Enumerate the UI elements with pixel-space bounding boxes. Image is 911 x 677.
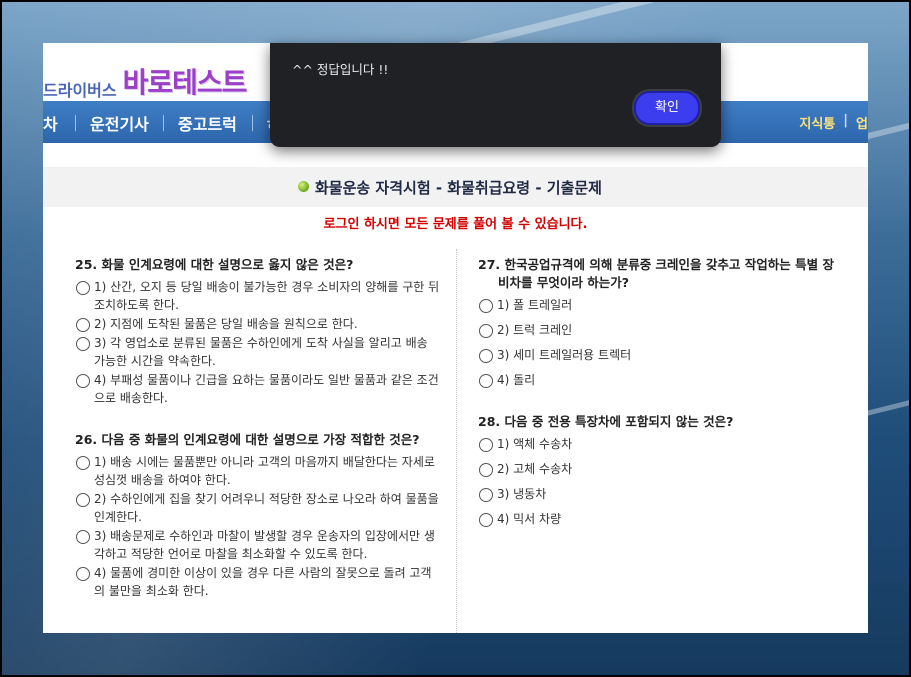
radio-button[interactable]: [479, 324, 493, 338]
nav-divider: [163, 115, 164, 131]
answer-option[interactable]: 2) 트럭 크레인: [478, 321, 838, 339]
question-text: 28. 다음 중 전용 특장차에 포함되지 않는 것은?: [478, 414, 734, 429]
radio-button[interactable]: [76, 530, 90, 544]
option-text: 4) 돌리: [497, 373, 536, 387]
option-text: 4) 부패성 물품이나 긴급을 요하는 물품이라도 일반 물품과 같은 조건으로…: [94, 373, 439, 405]
question-text: 27. 한국공업규격에 의해 분류중 크레인을 갖추고 작업하는 특별 장비차를…: [478, 257, 834, 290]
radio-button[interactable]: [76, 281, 90, 295]
answer-option[interactable]: 3) 냉동차: [478, 485, 838, 503]
radio-button[interactable]: [479, 349, 493, 363]
column-divider: [456, 249, 457, 633]
nav-link-partial[interactable]: 업: [856, 113, 868, 132]
nav-divider: [252, 115, 253, 131]
answer-option[interactable]: 4) 부패성 물품이나 긴급을 요하는 물품이라도 일반 물품과 같은 조건으로…: [75, 371, 440, 407]
nav-divider: [75, 115, 76, 131]
option-text: 3) 각 영업소로 분류된 물품은 수하인에게 도착 사실을 알리고 배송 가능…: [94, 336, 428, 368]
answer-option[interactable]: 1) 액체 수송차: [478, 435, 838, 453]
option-text: 1) 배송 시에는 물품뿐만 아니라 고객의 마음까지 배달한다는 자세로 성심…: [94, 455, 435, 487]
answer-option[interactable]: 3) 세미 트레일러용 트렉터: [478, 346, 838, 364]
nav-item-car[interactable]: 차: [43, 111, 58, 135]
login-notice: 로그인 하시면 모든 문제를 풀어 볼 수 있습니다.: [323, 217, 588, 232]
radio-button[interactable]: [76, 318, 90, 332]
answer-option[interactable]: 3) 각 영업소로 분류된 물품은 수하인에게 도착 사실을 알리고 배송 가능…: [75, 334, 440, 370]
answer-option[interactable]: 1) 폴 트레일러: [478, 296, 838, 314]
nav-link-knowledge[interactable]: 지식통: [799, 113, 835, 132]
nav-divider: |: [843, 113, 849, 128]
option-text: 1) 산간, 오지 등 당일 배송이 불가능한 경우 소비자의 양해를 구한 뒤…: [94, 280, 440, 312]
logo-main: 바로테스트: [122, 66, 248, 99]
option-text: 3) 냉동차: [497, 487, 547, 501]
answer-option[interactable]: 1) 배송 시에는 물품뿐만 아니라 고객의 마음까지 배달한다는 자세로 성심…: [75, 453, 440, 489]
radio-button[interactable]: [76, 337, 90, 351]
nav-right-links: 지식통 | 업: [799, 113, 868, 132]
section-title-bar: 화물운송 자격시험 - 화물취급요령 - 기출문제: [43, 167, 868, 207]
option-text: 3) 배송문제로 수하인과 마찰이 발생할 경우 운송자의 입장에서만 생각하고…: [94, 529, 435, 561]
option-text: 3) 세미 트레일러용 트렉터: [497, 348, 632, 362]
green-dot-icon: [298, 181, 309, 192]
question-text: 26. 다음 중 화물의 인계요령에 대한 설명으로 가장 적합한 것은?: [75, 432, 420, 447]
option-text: 2) 트럭 크레인: [497, 323, 573, 337]
answer-option[interactable]: 4) 물품에 경미한 이상이 있을 경우 다른 사람의 잘못으로 돌려 고객의 …: [75, 564, 440, 600]
radio-button[interactable]: [479, 374, 493, 388]
ok-button[interactable]: 확인: [634, 91, 700, 125]
nav-item-used-truck[interactable]: 중고트럭: [178, 111, 237, 135]
questions-right: 27. 한국공업규격에 의해 분류중 크레인을 갖추고 작업하는 특별 장비차를…: [478, 256, 838, 552]
answer-option[interactable]: 3) 배송문제로 수하인과 마찰이 발생할 경우 운송자의 입장에서만 생각하고…: [75, 527, 440, 563]
answer-option[interactable]: 2) 고체 수송차: [478, 460, 838, 478]
question-27: 27. 한국공업규격에 의해 분류중 크레인을 갖추고 작업하는 특별 장비차를…: [478, 256, 838, 389]
radio-button[interactable]: [76, 456, 90, 470]
answer-option[interactable]: 4) 돌리: [478, 371, 838, 389]
radio-button[interactable]: [76, 374, 90, 388]
radio-button[interactable]: [479, 488, 493, 502]
logo-sub: 드라이버스: [43, 81, 117, 100]
questions-left: 25. 화물 인계요령에 대한 설명으로 옳지 않은 것은? 1) 산간, 오지…: [75, 256, 440, 624]
question-26: 26. 다음 중 화물의 인계요령에 대한 설명으로 가장 적합한 것은? 1)…: [75, 431, 440, 600]
option-text: 2) 고체 수송차: [497, 462, 573, 476]
question-28: 28. 다음 중 전용 특장차에 포함되지 않는 것은? 1) 액체 수송차 2…: [478, 413, 838, 528]
option-text: 1) 폴 트레일러: [497, 298, 573, 312]
radio-button[interactable]: [479, 299, 493, 313]
answer-option[interactable]: 2) 지점에 도착된 물품은 당일 배송을 원칙으로 한다.: [75, 315, 440, 333]
radio-button[interactable]: [76, 493, 90, 507]
option-text: 4) 물품에 경미한 이상이 있을 경우 다른 사람의 잘못으로 돌려 고객의 …: [94, 566, 432, 598]
radio-button[interactable]: [479, 463, 493, 477]
option-text: 2) 수하인에게 집을 찾기 어려우니 적당한 장소로 나오라 하여 물품을 인…: [94, 492, 439, 524]
alert-dialog: ^^ 정답입니다 !! 확인: [270, 43, 721, 147]
nav-item-driver[interactable]: 운전기사: [90, 111, 149, 135]
question-text: 25. 화물 인계요령에 대한 설명으로 옳지 않은 것은?: [75, 257, 354, 272]
section-title: 화물운송 자격시험 - 화물취급요령 - 기출문제: [315, 179, 602, 197]
option-text: 2) 지점에 도착된 물품은 당일 배송을 원칙으로 한다.: [94, 317, 358, 331]
radio-button[interactable]: [479, 438, 493, 452]
option-text: 4) 믹서 차량: [497, 512, 562, 526]
option-text: 1) 액체 수송차: [497, 437, 573, 451]
dialog-message: ^^ 정답입니다 !!: [292, 62, 389, 77]
site-logo[interactable]: 드라이버스 바로테스트: [43, 57, 248, 101]
answer-option[interactable]: 4) 믹서 차량: [478, 510, 838, 528]
radio-button[interactable]: [479, 513, 493, 527]
answer-option[interactable]: 2) 수하인에게 집을 찾기 어려우니 적당한 장소로 나오라 하여 물품을 인…: [75, 490, 440, 526]
question-25: 25. 화물 인계요령에 대한 설명으로 옳지 않은 것은? 1) 산간, 오지…: [75, 256, 440, 407]
radio-button[interactable]: [76, 567, 90, 581]
answer-option[interactable]: 1) 산간, 오지 등 당일 배송이 불가능한 경우 소비자의 양해를 구한 뒤…: [75, 278, 440, 314]
